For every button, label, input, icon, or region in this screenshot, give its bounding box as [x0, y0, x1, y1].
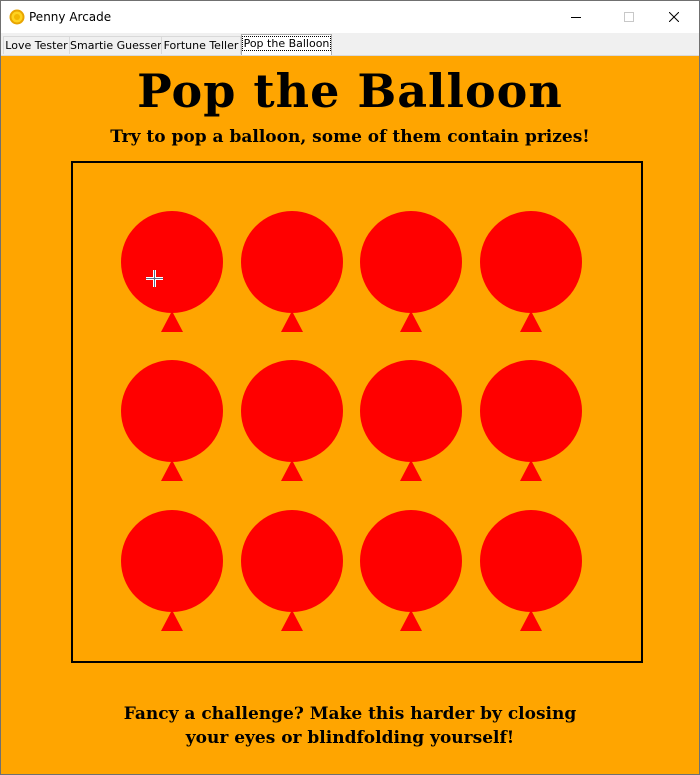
balloon-9[interactable]	[121, 510, 223, 632]
balloon-1[interactable]	[121, 211, 223, 333]
balloon-5[interactable]	[121, 360, 223, 482]
balloon-8[interactable]	[480, 360, 582, 482]
tab-love-tester[interactable]: Love Tester	[3, 36, 70, 54]
window-title: Penny Arcade	[29, 10, 112, 24]
tab-smartie-guesser[interactable]: Smartie Guesser	[69, 36, 162, 54]
balloon-10[interactable]	[241, 510, 343, 632]
maximize-button[interactable]	[606, 1, 652, 33]
minimize-icon	[571, 17, 581, 18]
page-subtitle: Try to pop a balloon, some of them conta…	[110, 127, 590, 147]
footer-hint: Fancy a challenge? Make this harder by c…	[1, 702, 699, 750]
page-title: Pop the Balloon	[137, 64, 563, 118]
balloon-12[interactable]	[480, 510, 582, 632]
maximize-icon	[624, 12, 634, 22]
balloon-3[interactable]	[360, 211, 462, 333]
balloon-7[interactable]	[360, 360, 462, 482]
balloon-board	[71, 161, 643, 663]
footer-line-2: your eyes or blindfolding yourself!	[185, 728, 515, 748]
tab-bar: Love Tester Smartie Guesser Fortune Tell…	[1, 33, 699, 56]
penny-coin-icon	[9, 9, 25, 25]
close-button[interactable]	[651, 1, 697, 33]
tab-fortune-teller[interactable]: Fortune Teller	[161, 36, 241, 54]
minimize-button[interactable]	[553, 1, 599, 33]
game-panel: Pop the Balloon Try to pop a balloon, so…	[1, 56, 699, 774]
tab-pop-the-balloon[interactable]: Pop the Balloon	[241, 34, 332, 55]
app-window: Penny Arcade Love Tester Smartie Guesser…	[0, 0, 700, 775]
balloon-2[interactable]	[241, 211, 343, 333]
balloon-4[interactable]	[480, 211, 582, 333]
footer-line-1: Fancy a challenge? Make this harder by c…	[123, 704, 577, 724]
balloon-11[interactable]	[360, 510, 462, 632]
balloon-6[interactable]	[241, 360, 343, 482]
title-bar[interactable]: Penny Arcade	[1, 1, 699, 33]
close-icon	[669, 12, 679, 22]
